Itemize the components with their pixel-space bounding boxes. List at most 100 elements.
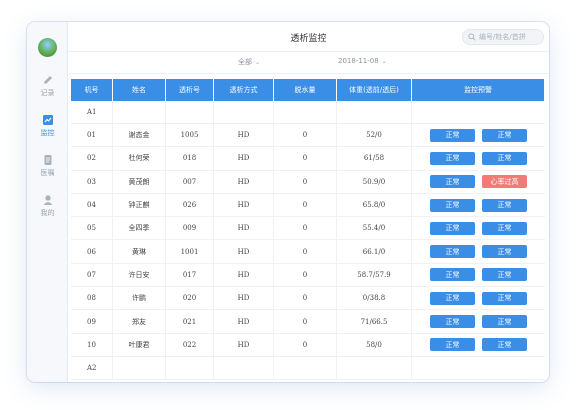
status-badge[interactable]: 正常	[430, 315, 475, 329]
column-header[interactable]: 姓名	[113, 79, 166, 101]
uf-volume: 0	[274, 333, 337, 356]
status-badge[interactable]: 正常	[430, 268, 475, 282]
column-header[interactable]: 脱水量	[274, 79, 337, 101]
dialysis-mode: HD	[214, 263, 274, 287]
dialysis-mode: HD	[214, 217, 274, 240]
uf-volume: 0	[274, 147, 337, 170]
status-badge[interactable]: 正常	[430, 291, 475, 305]
warning-cell: 正常 正常	[412, 217, 545, 239]
sidebar-item-mine[interactable]: 我的	[27, 194, 68, 218]
date-dropdown[interactable]: 2018-11-08 ⌄	[338, 57, 387, 65]
dialysis-mode: HD	[214, 287, 274, 310]
scope-dropdown[interactable]: 全部 ⌄	[238, 57, 260, 67]
column-header[interactable]: 透析号	[166, 79, 214, 101]
dialysis-mode: HD	[214, 124, 274, 147]
status-badge[interactable]: 正常	[430, 151, 475, 165]
uf-volume: 0	[274, 193, 337, 217]
status-badge[interactable]: 正常	[482, 221, 527, 235]
status-badge[interactable]: 正常	[482, 151, 527, 165]
group-label: A1	[71, 101, 113, 123]
status-badge[interactable]: 正常	[430, 338, 475, 352]
status-badge[interactable]: 正常	[430, 128, 475, 142]
warning-cell: 正常 正常	[412, 287, 545, 309]
status-badge[interactable]: 心率过高	[482, 175, 527, 189]
uf-volume: 0	[274, 263, 337, 287]
sidebar-item-label: 我的	[40, 209, 55, 217]
table-row[interactable]: 06 黄琳 1001 HD 0 66.1/0 正常 正常	[71, 240, 545, 264]
table-row[interactable]: 02 杜何荣 018 HD 0 61/58 正常 正常	[71, 147, 545, 171]
uf-volume: 0	[274, 310, 337, 333]
dialysis-mode: HD	[214, 147, 274, 170]
patient-name: 许鹏	[113, 287, 166, 310]
dialysis-id: 1001	[166, 240, 214, 263]
user-icon	[43, 195, 52, 205]
weight-value: 52/0	[337, 124, 412, 147]
table-row[interactable]: 04 钟正麒 026 HD 0 65.8/0 正常 正常	[71, 193, 545, 218]
column-header[interactable]: 监控预警	[412, 79, 545, 101]
machine-number: 09	[71, 310, 113, 333]
weight-value: 55.4/0	[337, 217, 412, 240]
sidebar-item-records[interactable]: 记录	[27, 74, 68, 98]
weight-value: 58/0	[337, 333, 412, 356]
status-badge[interactable]: 正常	[482, 245, 527, 259]
table-header: 机号 姓名 透析号 透析方式 脱水量 体重(透前/透后) 监控预警	[71, 79, 545, 101]
machine-number: 04	[71, 193, 113, 217]
sidebar-item-monitor[interactable]: 监控	[27, 114, 68, 138]
monitor-table: 机号 姓名 透析号 透析方式 脱水量 体重(透前/透后) 监控预警 A1 01 谢…	[71, 79, 545, 380]
status-badge[interactable]: 正常	[482, 291, 527, 305]
table-row[interactable]: 09 郑友 021 HD 0 71/66.5 正常 正常	[71, 310, 545, 334]
status-badge[interactable]: 正常	[430, 221, 475, 235]
machine-number: 01	[71, 124, 113, 147]
header: 透析监控 编号/姓名/首拼	[68, 22, 549, 52]
dialysis-id: 007	[166, 170, 214, 193]
status-badge[interactable]: 正常	[482, 315, 527, 329]
patient-name: 黄茂朗	[113, 170, 166, 193]
warning-cell: 正常 正常	[412, 264, 545, 286]
machine-number: 07	[71, 263, 113, 287]
column-header[interactable]: 机号	[71, 79, 113, 101]
patient-name: 杜何荣	[113, 147, 166, 170]
weight-value: 71/66.5	[337, 310, 412, 333]
chevron-down-icon: ⌄	[381, 58, 387, 65]
column-header[interactable]: 透析方式	[214, 79, 274, 101]
table-row[interactable]: 07 许日安 017 HD 0 58.7/57.9 正常 正常	[71, 263, 545, 288]
document-icon	[44, 155, 51, 165]
status-badge[interactable]: 正常	[430, 245, 475, 259]
table-row[interactable]: 03 黄茂朗 007 HD 0 50.9/0 正常 心率过高	[71, 170, 545, 194]
avatar[interactable]	[38, 38, 57, 57]
warning-cell: 正常 正常	[412, 194, 545, 216]
sidebar-item-orders[interactable]: 医嘱	[27, 154, 68, 178]
dialysis-id: 020	[166, 287, 214, 310]
table-row[interactable]: 10 叶康君 022 HD 0 58/0 正常 正常	[71, 333, 545, 357]
status-badge[interactable]: 正常	[482, 128, 527, 142]
dialysis-id: 018	[166, 147, 214, 170]
weight-value: 61/58	[337, 147, 412, 170]
uf-volume: 0	[274, 170, 337, 193]
sidebar-item-label: 医嘱	[40, 169, 55, 177]
sidebar-item-label: 监控	[40, 129, 55, 137]
dialysis-mode: HD	[214, 333, 274, 356]
machine-number: 06	[71, 240, 113, 263]
table-row[interactable]: 01 谢态金 1005 HD 0 52/0 正常 正常	[71, 124, 545, 148]
patient-name: 许日安	[113, 263, 166, 287]
table-row[interactable]: 08 许鹏 020 HD 0 0/38.8 正常 正常	[71, 287, 545, 311]
status-badge[interactable]: 正常	[430, 175, 475, 189]
patient-name: 谢态金	[113, 124, 166, 147]
warning-cell: 正常 正常	[412, 147, 545, 169]
chevron-down-icon: ⌄	[255, 59, 261, 66]
weight-value: 58.7/57.9	[337, 263, 412, 287]
machine-number: 03	[71, 170, 113, 193]
search-input[interactable]: 编号/姓名/首拼	[462, 29, 544, 45]
table-row[interactable]: 05 全四季 009 HD 0 55.4/0 正常 正常	[71, 217, 545, 241]
status-badge[interactable]: 正常	[482, 198, 527, 212]
warning-cell: 正常 正常	[412, 240, 545, 262]
dialysis-mode: HD	[214, 170, 274, 193]
column-header[interactable]: 体重(透前/透后)	[337, 79, 412, 101]
status-badge[interactable]: 正常	[430, 198, 475, 212]
dialysis-mode: HD	[214, 240, 274, 263]
status-badge[interactable]: 正常	[482, 268, 527, 282]
status-badge[interactable]: 正常	[482, 338, 527, 352]
patient-name: 郑友	[113, 310, 166, 333]
uf-volume: 0	[274, 124, 337, 147]
group-label: A2	[71, 356, 113, 379]
